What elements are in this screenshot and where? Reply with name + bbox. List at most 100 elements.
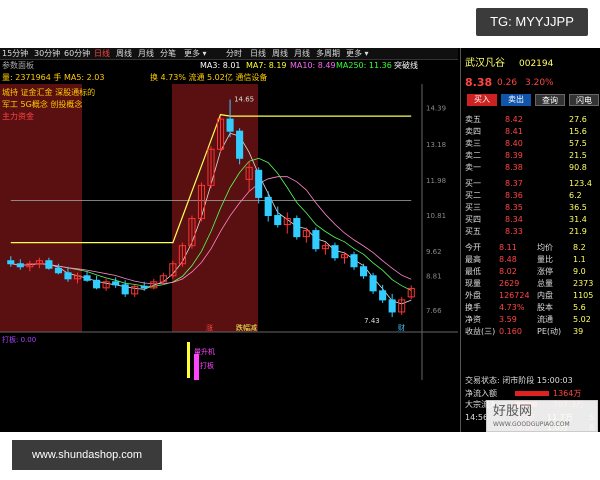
tab-multi-period[interactable]: 多周期 xyxy=(316,49,340,59)
ask-volume: 21.5 xyxy=(569,151,587,160)
period-tab-daily[interactable]: 日线 xyxy=(94,49,110,59)
stat-value: 5.02 xyxy=(573,315,591,324)
bid-volume: 36.5 xyxy=(569,203,587,212)
stat-value: 8.11 xyxy=(499,243,517,252)
price-tick-label: 13.18 xyxy=(426,141,446,149)
candle-down xyxy=(83,275,91,281)
candle-down xyxy=(16,263,24,268)
bid-row: 买三 8.35 36.5 xyxy=(463,202,599,213)
ask-row: 卖三 8.40 57.5 xyxy=(463,138,599,149)
trading-window: 15分钟 30分钟 60分钟 日线 周线 月线 分笔 更多 ▾ 分时 日线 周线… xyxy=(0,48,600,432)
stat-label: 总量 xyxy=(537,279,553,288)
candle-down xyxy=(388,299,396,313)
sell-button[interactable]: 卖出 xyxy=(501,94,531,106)
tab-intraday[interactable]: 分时 xyxy=(226,49,242,59)
stat-row: 换手 4.73% 股本 5.6 xyxy=(463,302,599,313)
bid-price: 8.37 xyxy=(505,179,523,188)
period-tab-30m[interactable]: 30分钟 xyxy=(34,49,60,59)
stat-row: 净资 3.59 流通 5.02 xyxy=(463,314,599,325)
site-badge: www.shundashop.com xyxy=(12,440,162,470)
flow-label: 净流入额 xyxy=(465,389,497,398)
ask-row: 卖一 8.38 90.8 xyxy=(463,162,599,173)
quote-panel: 武汉凡谷 002194 8.38 0.26 3.20% 买入 卖出 查询 闪电 … xyxy=(460,48,600,432)
stat-value: 5.6 xyxy=(573,303,586,312)
stat-value: 1.1 xyxy=(573,255,586,264)
panel-title: 参数面板 xyxy=(2,61,34,70)
ask-price: 8.40 xyxy=(505,139,523,148)
ask-label: 卖五 xyxy=(465,115,481,124)
volume-line: 量: 2371964 手 MA5: 2.03 xyxy=(2,73,105,82)
bid-volume: 123.4 xyxy=(569,179,592,188)
stat-label: PE(动) xyxy=(537,327,562,336)
ask-row: 卖五 8.42 27.6 xyxy=(463,114,599,125)
watermark-title: 好股网 xyxy=(493,404,533,419)
period-tab-tick[interactable]: 分笔 xyxy=(160,49,176,59)
ask-label: 卖二 xyxy=(465,151,481,160)
candle-down xyxy=(350,254,358,268)
bid-volume: 31.4 xyxy=(569,215,587,224)
candle-down xyxy=(360,266,368,277)
tab-day[interactable]: 日线 xyxy=(250,49,266,59)
bid-volume: 21.9 xyxy=(569,227,587,236)
ask-label: 卖一 xyxy=(465,163,481,172)
stat-value: 126724 xyxy=(499,291,530,300)
buy-button[interactable]: 买入 xyxy=(467,94,497,106)
ask-volume: 90.8 xyxy=(569,163,587,172)
shaded-band-mid xyxy=(172,84,258,332)
kline-chart[interactable]: 14.39 13.18 11.98 10.81 9.62 8.81 7.66 14.65 7.4… xyxy=(0,84,458,380)
price-tick-label: 14.39 xyxy=(426,104,446,112)
price-tick-label: 10.81 xyxy=(426,212,446,220)
candle-down xyxy=(64,272,72,280)
ma7-value: MA7: 8.19 xyxy=(246,61,287,70)
signal-label-b: 打板 xyxy=(200,361,214,370)
stat-label: 今开 xyxy=(465,243,481,252)
period-tab-15m[interactable]: 15分钟 xyxy=(2,49,28,59)
candle-down xyxy=(121,284,129,295)
candle-down xyxy=(255,169,263,198)
price-tick-label: 7.66 xyxy=(426,307,442,315)
stat-value: 8.48 xyxy=(499,255,517,264)
stat-value: 0.160 xyxy=(499,327,522,336)
stat-value: 2373 xyxy=(573,279,594,288)
bid-price: 8.35 xyxy=(505,203,523,212)
bid-label: 买一 xyxy=(465,179,481,188)
candle-down xyxy=(369,275,377,292)
candle-down xyxy=(7,260,15,265)
stat-label: 外盘 xyxy=(465,291,481,300)
tab-month[interactable]: 月线 xyxy=(294,49,310,59)
period-tab-monthly[interactable]: 月线 xyxy=(138,49,154,59)
flash-button[interactable]: 闪电 xyxy=(569,94,599,106)
query-button[interactable]: 查询 xyxy=(535,94,565,106)
ma3-value: MA3: 8.01 xyxy=(200,61,241,70)
signal-bar-yellow xyxy=(187,342,190,378)
stat-value: 8.2 xyxy=(573,243,586,252)
ask-row: 卖二 8.39 21.5 xyxy=(463,150,599,161)
candle-down xyxy=(274,215,282,226)
up-tag: 涨 xyxy=(206,323,213,332)
ask-price: 8.38 xyxy=(505,163,523,172)
ma-legend: 参数面板 MA3: 8.01 MA7: 8.19 MA10: 8.49 MA25… xyxy=(0,60,458,72)
period-tab-weekly[interactable]: 周线 xyxy=(116,49,132,59)
stat-label: 净资 xyxy=(465,315,481,324)
stat-row: 现量 2629 总量 2373 xyxy=(463,278,599,289)
signal-bar-magenta xyxy=(194,354,199,380)
ma10-value: MA10: 8.49 xyxy=(290,61,336,70)
flow-bar xyxy=(515,391,549,396)
price-tick-label: 11.98 xyxy=(426,177,446,185)
tab-week[interactable]: 周线 xyxy=(272,49,288,59)
stat-label: 最高 xyxy=(465,255,481,264)
bid-label: 买四 xyxy=(465,215,481,224)
kline-svg: 14.39 13.18 11.98 10.81 9.62 8.81 7.66 14.65 7.4… xyxy=(0,84,458,380)
stock-code: 002194 xyxy=(519,59,554,69)
ask-label: 卖四 xyxy=(465,127,481,136)
stat-row: 最高 8.48 量比 1.1 xyxy=(463,254,599,265)
stat-label: 流通 xyxy=(537,315,553,324)
period-tab-more[interactable]: 更多 ▾ xyxy=(184,49,207,59)
bid-price: 8.33 xyxy=(505,227,523,236)
bid-row: 买五 8.33 21.9 xyxy=(463,226,599,237)
candle-down xyxy=(293,218,301,238)
period-tab-60m[interactable]: 60分钟 xyxy=(64,49,90,59)
tab-more[interactable]: 更多 ▾ xyxy=(346,49,369,59)
flow-value: 1364万 xyxy=(553,389,582,398)
stat-row: 收益(三) 0.160 PE(动) 39 xyxy=(463,326,599,337)
